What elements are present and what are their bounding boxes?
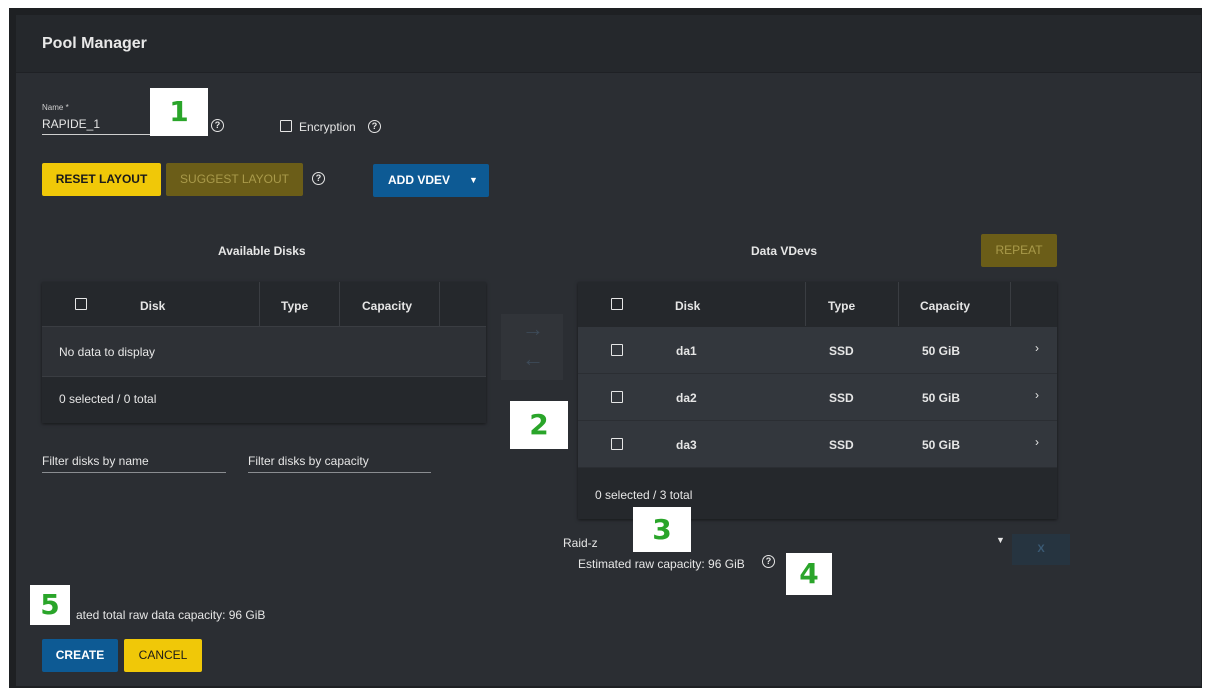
transfer-buttons: → ←: [501, 314, 563, 380]
column-divider: [339, 282, 340, 326]
row-type: SSD: [829, 391, 854, 405]
data-vdevs-title: Data VDevs: [751, 244, 818, 258]
vdev-layout-select[interactable]: Raid-z: [563, 536, 598, 550]
vdev-select-all-checkbox[interactable]: [611, 298, 623, 310]
vdev-col-type: Type: [828, 299, 856, 313]
cancel-button[interactable]: CANCEL: [124, 639, 202, 672]
row-checkbox[interactable]: [611, 344, 623, 356]
annotation-badge-2: 2: [510, 401, 568, 449]
row-capacity: 50 GiB: [922, 344, 961, 358]
filter-capacity-input[interactable]: Filter disks by capacity: [248, 454, 369, 468]
available-table-header: Disk Type Capacity: [42, 282, 486, 326]
add-vdev-label: ADD VDEV: [388, 173, 451, 187]
row-type: SSD: [829, 438, 854, 452]
filter-name-input[interactable]: Filter disks by name: [42, 454, 149, 468]
vdev-row[interactable]: da1 SSD 50 GiB ›: [578, 327, 1057, 374]
reset-layout-button[interactable]: RESET LAYOUT: [42, 163, 161, 196]
row-type: SSD: [829, 344, 854, 358]
caret-down-icon: ▼: [469, 175, 478, 185]
repeat-button[interactable]: REPEAT: [981, 234, 1057, 267]
card-header: Pool Manager: [16, 15, 1201, 73]
encryption-checkbox[interactable]: [280, 120, 292, 132]
row-disk: da3: [676, 438, 697, 452]
data-vdevs-table: Disk Type Capacity da1 SSD 50 GiB › da2 …: [578, 282, 1057, 519]
empty-message: No data to display: [59, 345, 156, 359]
available-select-all-checkbox[interactable]: [75, 298, 87, 310]
remove-vdev-button[interactable]: X: [1012, 534, 1070, 565]
vdev-row[interactable]: da2 SSD 50 GiB ›: [578, 374, 1057, 421]
estimated-capacity: Estimated raw capacity: 96 GiB: [578, 557, 745, 571]
row-capacity: 50 GiB: [922, 391, 961, 405]
available-col-type: Type: [281, 299, 309, 313]
total-capacity: ated total raw data capacity: 96 GiB: [76, 608, 266, 622]
row-capacity: 50 GiB: [922, 438, 961, 452]
row-checkbox[interactable]: [611, 391, 623, 403]
row-checkbox[interactable]: [611, 438, 623, 450]
name-field-label: Name *: [42, 103, 69, 112]
column-divider: [259, 282, 260, 326]
page-title: Pool Manager: [42, 35, 147, 52]
available-col-disk: Disk: [140, 299, 166, 313]
suggest-layout-button[interactable]: SUGGEST LAYOUT: [166, 163, 303, 196]
annotation-badge-3: 3: [633, 507, 691, 552]
empty-row: No data to display: [42, 326, 486, 377]
available-disks-title: Available Disks: [218, 244, 306, 258]
arrow-right-icon[interactable]: →: [522, 316, 544, 342]
arrow-left-icon[interactable]: ←: [522, 346, 544, 372]
vdev-col-capacity: Capacity: [920, 299, 971, 313]
create-button[interactable]: CREATE: [42, 639, 118, 672]
name-help-icon[interactable]: ?: [211, 119, 224, 132]
row-disk: da2: [676, 391, 697, 405]
vdev-row[interactable]: da3 SSD 50 GiB ›: [578, 421, 1057, 468]
column-divider: [898, 282, 899, 326]
row-disk: da1: [676, 344, 697, 358]
caret-down-icon[interactable]: ▼: [996, 535, 1005, 545]
available-footer: 0 selected / 0 total: [59, 392, 157, 406]
column-divider: [805, 282, 806, 326]
capacity-help-icon[interactable]: ?: [762, 555, 775, 568]
available-disks-table: Disk Type Capacity No data to display 0 …: [42, 282, 486, 423]
filter-name-underline: [42, 472, 226, 473]
encryption-label: Encryption: [299, 120, 356, 134]
vdev-footer: 0 selected / 3 total: [595, 488, 693, 502]
available-col-capacity: Capacity: [362, 299, 413, 313]
vdev-table-header: Disk Type Capacity: [578, 282, 1057, 326]
add-vdev-button[interactable]: ADD VDEV ▼: [373, 164, 489, 197]
chevron-right-icon[interactable]: ›: [1035, 388, 1039, 402]
column-divider: [1010, 282, 1011, 326]
encryption-help-icon[interactable]: ?: [368, 120, 381, 133]
name-input[interactable]: RAPIDE_1: [42, 117, 100, 131]
annotation-badge-4: 4: [786, 553, 832, 595]
chevron-right-icon[interactable]: ›: [1035, 435, 1039, 449]
vdev-col-disk: Disk: [675, 299, 701, 313]
annotation-badge-5: 5: [30, 585, 70, 625]
filter-capacity-underline: [248, 472, 431, 473]
suggest-layout-help-icon[interactable]: ?: [312, 172, 325, 185]
column-divider: [439, 282, 440, 326]
annotation-badge-1: 1: [150, 88, 208, 136]
chevron-right-icon[interactable]: ›: [1035, 341, 1039, 355]
